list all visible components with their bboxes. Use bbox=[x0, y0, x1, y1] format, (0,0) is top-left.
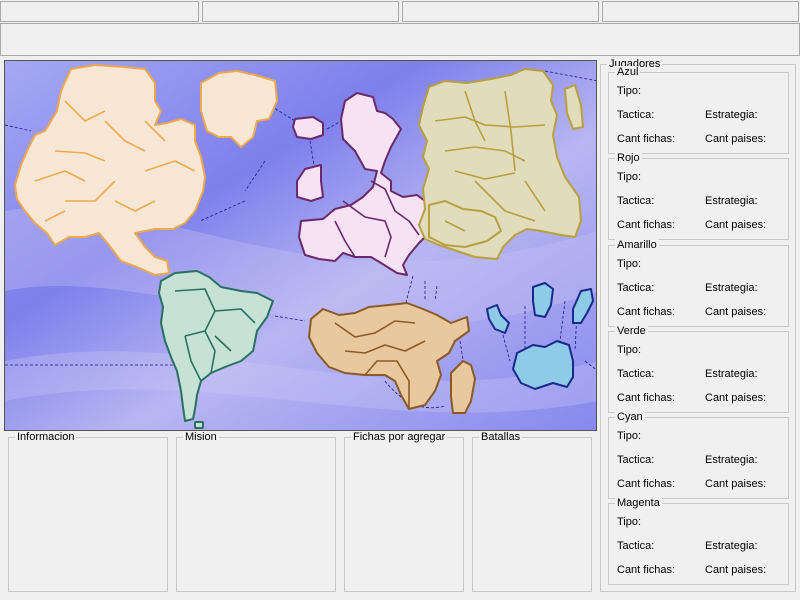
player-name: Verde bbox=[615, 325, 648, 338]
cant-fichas-label: Cant fichas: bbox=[617, 564, 676, 576]
estrategia-label: Estrategia: bbox=[705, 195, 758, 207]
mision-panel: Mision bbox=[176, 431, 336, 592]
player-name: Rojo bbox=[615, 152, 642, 165]
cant-paises-label: Cant paises: bbox=[705, 306, 767, 318]
player-panel-rojo: Rojo Tipo: Tactica: Estrategia: Cant fic… bbox=[608, 152, 789, 240]
cant-fichas-label: Cant fichas: bbox=[617, 392, 676, 404]
batallas-panel: Batallas bbox=[472, 431, 592, 592]
estrategia-label: Estrategia: bbox=[705, 454, 758, 466]
cant-fichas-label: Cant fichas: bbox=[617, 219, 676, 231]
cant-paises-label: Cant paises: bbox=[705, 219, 767, 231]
player-name: Azul bbox=[615, 66, 641, 79]
player-name: Magenta bbox=[615, 497, 662, 510]
top-tab-2[interactable] bbox=[202, 1, 399, 22]
tipo-label: Tipo: bbox=[617, 171, 642, 183]
tipo-label: Tipo: bbox=[617, 516, 642, 528]
player-name: Cyan bbox=[615, 411, 645, 424]
cant-paises-label: Cant paises: bbox=[705, 133, 767, 145]
informacion-title: Informacion bbox=[15, 431, 77, 444]
estrategia-label: Estrategia: bbox=[705, 109, 758, 121]
cant-fichas-label: Cant fichas: bbox=[617, 478, 676, 490]
player-panel-verde: Verde Tipo: Tactica: Estrategia: Cant fi… bbox=[608, 325, 789, 413]
player-panel-azul: Azul Tipo: Tactica: Estrategia: Cant fic… bbox=[608, 66, 789, 154]
tactica-label: Tactica: bbox=[617, 282, 655, 294]
cant-fichas-label: Cant fichas: bbox=[617, 306, 676, 318]
tactica-label: Tactica: bbox=[617, 540, 655, 552]
top-tab-3[interactable] bbox=[402, 1, 599, 22]
top-tab-4[interactable] bbox=[602, 1, 799, 22]
tipo-label: Tipo: bbox=[617, 258, 642, 270]
player-name: Amarillo bbox=[615, 239, 659, 252]
tactica-label: Tactica: bbox=[617, 368, 655, 380]
batallas-title: Batallas bbox=[479, 431, 523, 444]
cant-paises-label: Cant paises: bbox=[705, 392, 767, 404]
tactica-label: Tactica: bbox=[617, 109, 655, 121]
toolbar bbox=[0, 23, 800, 56]
fichas-panel: Fichas por agregar bbox=[344, 431, 464, 592]
player-panel-magenta: Magenta Tipo: Tactica: Estrategia: Cant … bbox=[608, 497, 789, 585]
tactica-label: Tactica: bbox=[617, 195, 655, 207]
estrategia-label: Estrategia: bbox=[705, 540, 758, 552]
fichas-title: Fichas por agregar bbox=[351, 431, 448, 444]
tactica-label: Tactica: bbox=[617, 454, 655, 466]
tipo-label: Tipo: bbox=[617, 85, 642, 97]
world-map[interactable] bbox=[4, 60, 597, 431]
player-panel-cyan: Cyan Tipo: Tactica: Estrategia: Cant fic… bbox=[608, 411, 789, 499]
estrategia-label: Estrategia: bbox=[705, 368, 758, 380]
mision-title: Mision bbox=[183, 431, 219, 444]
cant-paises-label: Cant paises: bbox=[705, 478, 767, 490]
cant-fichas-label: Cant fichas: bbox=[617, 133, 676, 145]
estrategia-label: Estrategia: bbox=[705, 282, 758, 294]
map-canvas[interactable] bbox=[5, 61, 597, 431]
top-tab-1[interactable] bbox=[0, 1, 199, 22]
tipo-label: Tipo: bbox=[617, 430, 642, 442]
tipo-label: Tipo: bbox=[617, 344, 642, 356]
cant-paises-label: Cant paises: bbox=[705, 564, 767, 576]
informacion-panel: Informacion bbox=[8, 431, 168, 592]
player-panel-amarillo: Amarillo Tipo: Tactica: Estrategia: Cant… bbox=[608, 239, 789, 327]
